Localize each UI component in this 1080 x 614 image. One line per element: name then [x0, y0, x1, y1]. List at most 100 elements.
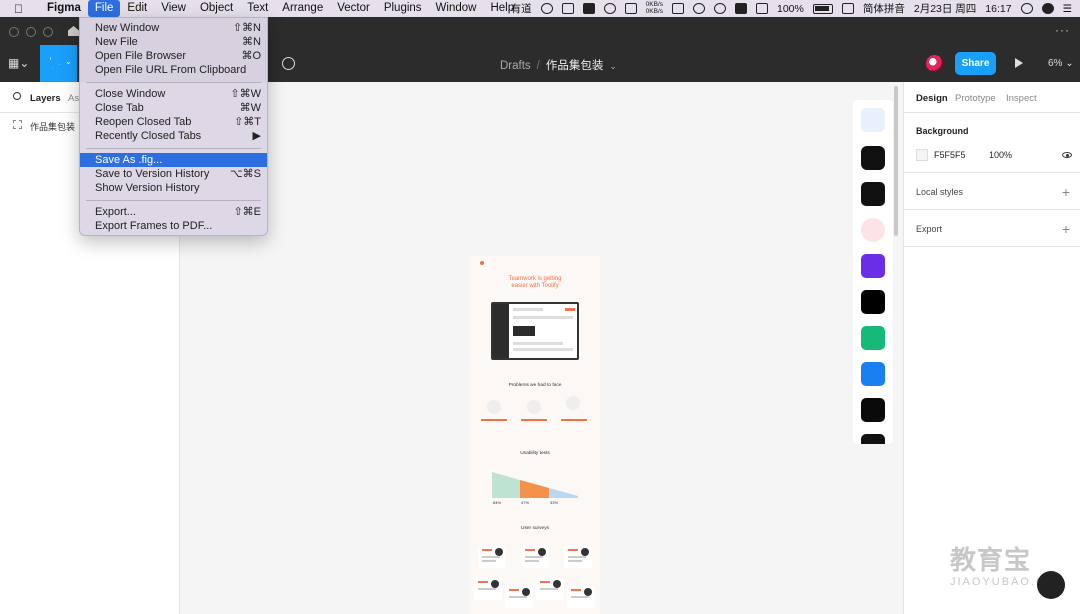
tab-prototype[interactable]: Prototype — [955, 93, 996, 104]
add-export-plus-icon[interactable]: + — [1062, 222, 1070, 236]
zoom-level[interactable]: 6% ⌄ — [1048, 58, 1074, 69]
plugin-icon[interactable] — [861, 434, 885, 444]
breadcrumb-separator: / — [536, 60, 540, 72]
search-icon[interactable] — [13, 92, 21, 100]
menu-item-save-as-fig[interactable]: Save As .fig... — [80, 153, 267, 167]
eye-icon[interactable] — [1062, 152, 1072, 158]
chevron-down-icon[interactable]: ⌄ — [609, 61, 617, 71]
spotlight-search-icon[interactable] — [1020, 3, 1033, 14]
resize-plugin-icon[interactable] — [861, 362, 885, 386]
menu-object[interactable]: Object — [193, 0, 240, 17]
illustration-label-2 — [521, 419, 547, 421]
cube-status-icon[interactable] — [561, 3, 574, 14]
menu-divider — [86, 200, 261, 201]
menu-item-export-frames-pdf[interactable]: Export Frames to PDF... — [80, 219, 267, 233]
menu-item-open-file-browser[interactable]: Open File Browser ⌘O — [80, 49, 267, 63]
menu-item-close-window[interactable]: Close Window ⇧⌘W — [80, 87, 267, 101]
clock-icon[interactable] — [693, 3, 705, 14]
menu-item-close-tab[interactable]: Close Tab ⌘W — [80, 101, 267, 115]
chevron-down-icon: ⌄ — [65, 57, 72, 66]
menu-edit[interactable]: Edit — [120, 0, 154, 17]
maximize-window-icon[interactable] — [43, 27, 53, 37]
youdao-label[interactable]: 有道 — [511, 1, 532, 16]
siri-icon[interactable] — [1041, 3, 1054, 14]
frame-headline-1: Teamwork is getting — [508, 276, 562, 282]
wifi-icon[interactable] — [714, 3, 726, 14]
menu-arrange[interactable]: Arrange — [275, 0, 330, 17]
apple-icon[interactable]:  — [14, 2, 28, 16]
menu-window[interactable]: Window — [429, 0, 484, 17]
wechat-icon[interactable] — [603, 3, 616, 14]
survey-card — [478, 546, 506, 568]
menu-file[interactable]: File — [87, 0, 121, 17]
menu-item-label: Reopen Closed Tab — [95, 116, 192, 128]
eject-icon[interactable] — [735, 3, 747, 14]
frame-logo-icon — [480, 261, 484, 265]
add-style-plus-icon[interactable]: + — [1062, 185, 1070, 199]
menu-plugins[interactable]: Plugins — [377, 0, 429, 17]
background-opacity-input[interactable]: 100% — [989, 150, 1012, 160]
mockup-sidebar — [493, 304, 509, 358]
main-menu-icon[interactable]: ▦⌄ — [8, 56, 29, 70]
layout-plugin-icon[interactable] — [861, 108, 885, 132]
menu-divider — [86, 148, 261, 149]
dots-plugin-icon[interactable] — [861, 290, 885, 314]
airplay-icon[interactable] — [672, 3, 684, 14]
share-button[interactable]: Share — [955, 52, 996, 75]
sphere-plugin-icon[interactable] — [861, 398, 885, 422]
breadcrumb-file-name[interactable]: 作品集包装 — [546, 60, 604, 72]
menu-item-reopen-closed-tab[interactable]: Reopen Closed Tab ⇧⌘T — [80, 115, 267, 129]
circle-status-icon[interactable] — [540, 3, 553, 14]
tab-layers[interactable]: Layers — [30, 93, 61, 104]
home-icon[interactable] — [68, 26, 79, 36]
breadcrumb-drafts[interactable]: Drafts — [500, 60, 531, 72]
illustration-2 — [527, 400, 541, 414]
menu-item-save-to-version-history[interactable]: Save to Version History ⌥⌘S — [80, 167, 267, 181]
grid-plugin-icon[interactable] — [861, 182, 885, 206]
background-color-swatch[interactable] — [916, 149, 928, 161]
tab-inspect[interactable]: Inspect — [1006, 93, 1037, 104]
more-icon[interactable]: ··· — [1055, 23, 1070, 37]
menu-item-show-version-history[interactable]: Show Version History — [80, 181, 267, 195]
dashboard-mockup — [491, 302, 579, 360]
menu-view[interactable]: View — [154, 0, 193, 17]
present-play-icon[interactable] — [1015, 58, 1023, 68]
background-hex-input[interactable]: F5F5F5 — [934, 150, 966, 160]
design-frame[interactable]: Teamwork is getting easier with Toolify … — [470, 256, 600, 614]
background-title: Background — [916, 126, 969, 136]
minimize-window-icon[interactable] — [26, 27, 36, 37]
battery-icon[interactable] — [812, 3, 833, 14]
menu-item-export[interactable]: Export... ⇧⌘E — [80, 205, 267, 219]
compass-plugin-icon[interactable] — [861, 146, 885, 170]
volume-icon[interactable] — [756, 3, 768, 14]
menubar-date[interactable]: 2月23日 周四 — [914, 1, 976, 16]
tab-assets[interactable]: As — [68, 93, 79, 104]
menu-item-recently-closed-tabs[interactable]: Recently Closed Tabs ▶ — [80, 129, 267, 143]
co-plugin-icon[interactable] — [861, 326, 885, 350]
zoom-value: 6% — [1048, 58, 1063, 69]
input-method-label[interactable]: 简体拼音 — [863, 1, 905, 16]
menu-item-open-file-url[interactable]: Open File URL From Clipboard — [80, 63, 267, 77]
menu-text[interactable]: Text — [240, 0, 275, 17]
menu-item-label: Save to Version History — [95, 168, 210, 180]
menubar-time[interactable]: 16:17 — [985, 3, 1011, 15]
input-method-icon[interactable] — [841, 3, 854, 14]
background-section — [904, 113, 1080, 173]
arrow-plugin-icon[interactable] — [861, 254, 885, 278]
menu-item-label: Recently Closed Tabs — [95, 130, 202, 142]
canvas-scrollbar[interactable] — [894, 86, 898, 236]
text-status-icon[interactable] — [582, 3, 595, 14]
close-window-icon[interactable] — [9, 27, 19, 37]
avatar[interactable] — [926, 55, 943, 72]
move-tool-button[interactable]: ⌄ — [40, 45, 77, 82]
tab-design[interactable]: Design — [916, 93, 948, 104]
control-center-icon[interactable]: ☰ — [1063, 3, 1072, 15]
network-speed: 0KB/s 0KB/s — [646, 1, 663, 15]
mascot-plugin-icon[interactable] — [861, 218, 885, 242]
menu-item-new-window[interactable]: New Window ⇧⌘N — [80, 21, 267, 35]
cat-status-icon[interactable] — [624, 3, 637, 14]
comment-icon[interactable] — [282, 57, 295, 70]
menu-app-figma[interactable]: Figma — [40, 0, 88, 17]
menu-vector[interactable]: Vector — [330, 0, 377, 17]
menu-item-new-file[interactable]: New File ⌘N — [80, 35, 267, 49]
